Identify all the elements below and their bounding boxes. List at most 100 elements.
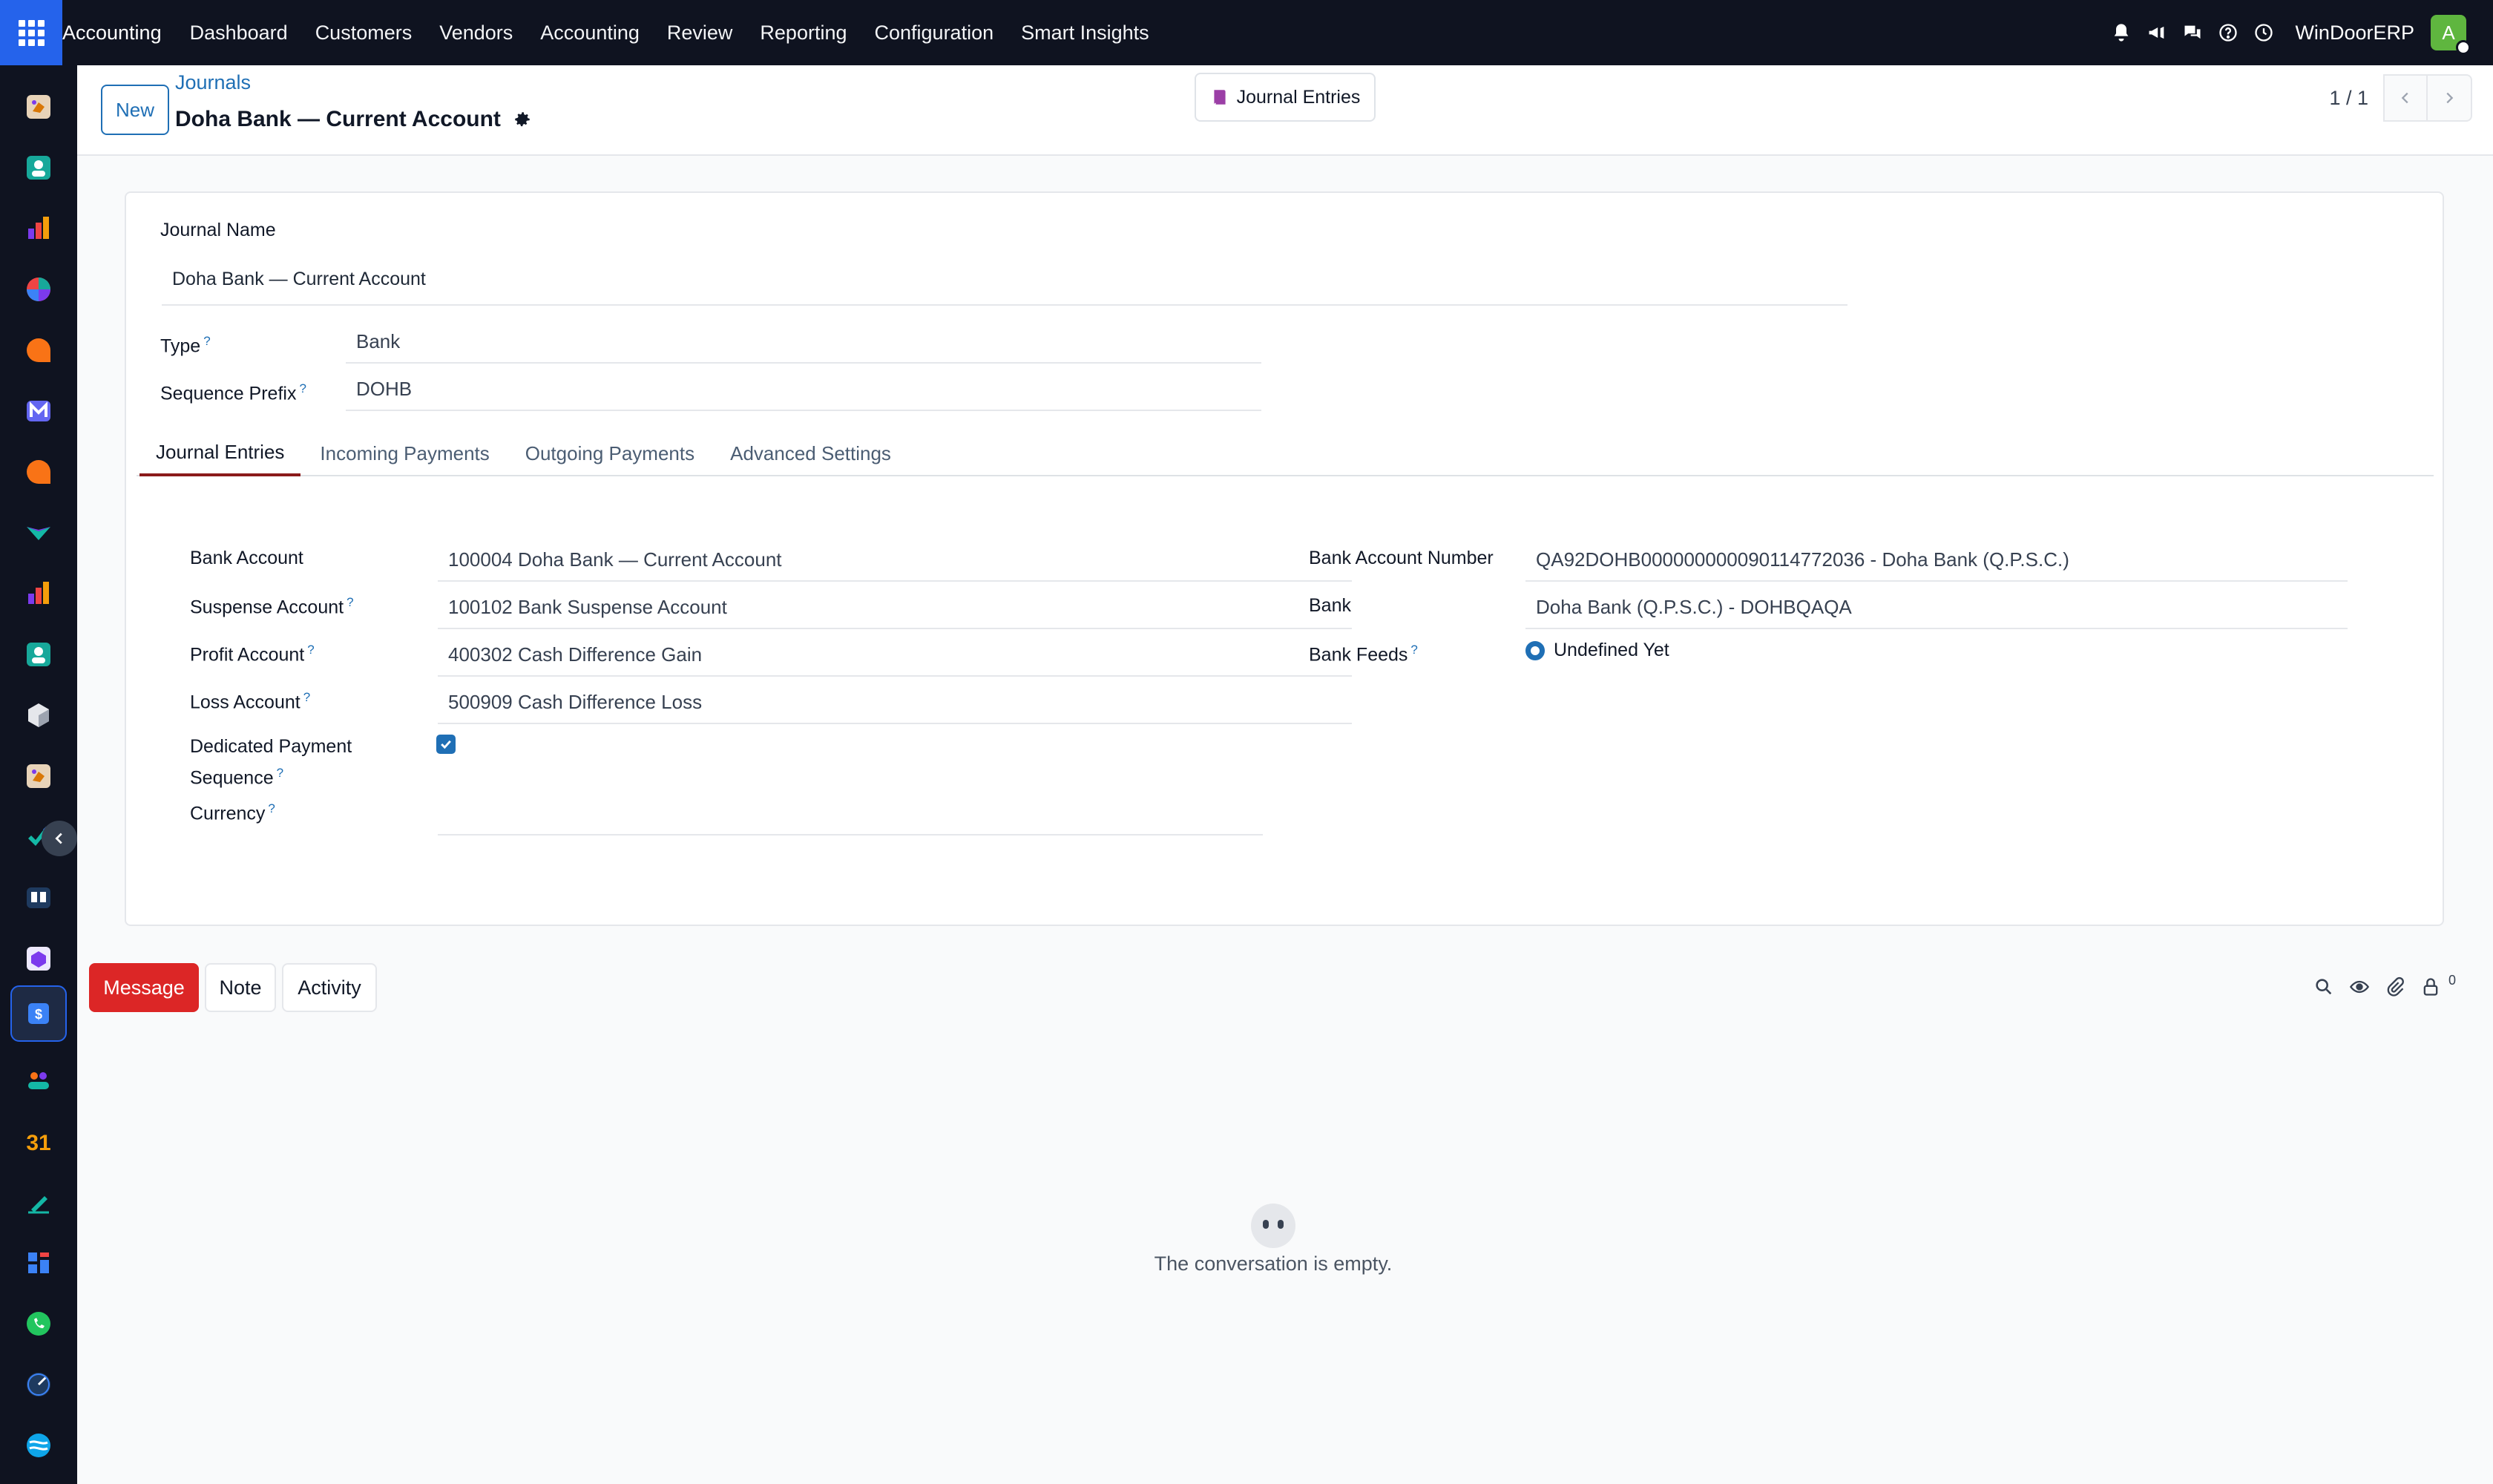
dedicated-payment-sequence-checkbox[interactable] [436,735,456,754]
apps-app-icon[interactable] [10,930,67,987]
form-sheet: Journal Name Doha Bank — Current Account… [125,191,2444,926]
eye-icon[interactable] [2342,972,2377,1002]
menu-vendors[interactable]: Vendors [439,22,513,45]
menu-reporting[interactable]: Reporting [760,22,847,45]
bank-label: Bank [1309,595,1351,616]
currency-field[interactable] [438,792,1263,835]
help-icon[interactable]: ? [277,766,283,780]
megaphone-icon[interactable] [2139,15,2175,50]
chat-icon[interactable] [2175,15,2210,50]
mail-app-icon[interactable] [10,383,67,439]
help-icon[interactable]: ? [1410,643,1417,657]
journal-entries-smart-button[interactable]: Journal Entries [1195,73,1376,122]
tab-outgoing-payments[interactable]: Outgoing Payments [509,430,711,476]
notebook-tabs: Journal Entries Incoming Payments Outgoi… [137,430,2434,476]
contacts-app-icon[interactable] [10,139,67,196]
knowledge-app-icon[interactable] [10,870,67,926]
pager-previous-button[interactable] [2383,74,2428,122]
accounting-app-icon[interactable]: $ [10,985,67,1042]
sidebar-collapse-button[interactable] [42,821,77,856]
user-avatar[interactable]: A [2431,15,2471,55]
tab-incoming-payments[interactable]: Incoming Payments [303,430,505,476]
website-app-icon[interactable] [10,1235,67,1291]
menu-configuration[interactable]: Configuration [875,22,994,45]
journal-name-label: Journal Name [160,220,276,240]
tab-advanced-settings[interactable]: Advanced Settings [714,430,907,476]
menu-dashboard[interactable]: Dashboard [190,22,288,45]
menu-review[interactable]: Review [667,22,733,45]
livechat-app-icon[interactable] [10,444,67,500]
menu-customers[interactable]: Customers [315,22,413,45]
breadcrumb-journals[interactable]: Journals [175,71,251,94]
bank-field[interactable]: Doha Bank (Q.P.S.C.) - DOHBQAQA [1525,586,2348,629]
app-switcher-button[interactable] [0,0,62,65]
pager-value[interactable]: 1 / 1 [2329,87,2368,110]
tab-journal-entries[interactable]: Journal Entries [139,430,301,476]
help-icon[interactable]: ? [303,690,310,704]
new-button[interactable]: New [101,85,169,135]
log-note-button[interactable]: Note [205,963,276,1012]
chevron-left-icon [55,833,62,844]
calendar-app-icon[interactable]: 31 [10,1113,67,1169]
draw-app-icon[interactable] [10,1174,67,1230]
bank-feeds-radio[interactable] [1525,641,1545,660]
bank-account-number-field[interactable]: QA92DOHB000000000090114772036 - Doha Ban… [1525,539,2348,582]
help-icon[interactable]: ? [346,595,353,609]
sequence-prefix-label: Sequence Prefix? [160,381,306,404]
paperclip-icon[interactable] [2377,972,2413,1002]
systray: WinDoorERP A [2103,0,2493,65]
search-icon[interactable] [2306,972,2342,1002]
bell-icon[interactable] [2103,15,2139,50]
journal-name-field[interactable]: Doha Bank — Current Account [162,254,1847,306]
sales-app-icon[interactable] [10,79,67,135]
employees-app-icon[interactable] [10,1052,67,1109]
whatsapp-app-icon[interactable] [10,1296,67,1352]
calendar-day: 31 [26,1131,50,1155]
help-icon[interactable]: ? [299,381,306,395]
suspense-account-field[interactable]: 100102 Bank Suspense Account [438,586,1352,629]
avatar-initial: A [2442,21,2455,44]
type-field[interactable]: Bank [346,321,1261,364]
dashboard-app-icon[interactable] [10,200,67,257]
documents-app-icon[interactable] [10,1417,67,1474]
clock-icon[interactable] [2246,15,2282,50]
profit-account-label: Profit Account? [190,643,315,666]
suspense-account-label: Suspense Account? [190,595,354,618]
inventory-app-icon[interactable] [10,687,67,743]
presence-dot [2456,40,2471,55]
activity-button[interactable]: Activity [282,963,377,1012]
chatter-tools: 0 [2306,972,2456,1002]
dedicated-payment-sequence-label: Dedicated Payment Sequence? [190,736,352,789]
help-icon[interactable] [2210,15,2246,50]
chevron-left-icon [2401,92,2408,104]
sequence-prefix-field[interactable]: DOHB [346,368,1261,411]
type-label: Type? [160,334,211,357]
currency-label: Currency? [190,801,275,824]
crm-app-icon[interactable] [10,748,67,804]
loss-account-field[interactable]: 500909 Cash Difference Loss [438,681,1352,724]
planning-app-icon[interactable] [10,1356,67,1413]
menu-smart-insights[interactable]: Smart Insights [1021,22,1149,45]
discuss-app-icon[interactable] [10,322,67,378]
help-icon[interactable]: ? [268,801,275,815]
profit-account-field[interactable]: 400302 Cash Difference Gain [438,634,1352,677]
reporting-app-icon[interactable] [10,565,67,622]
help-icon[interactable]: ? [307,643,314,657]
bank-account-field[interactable]: 100004 Doha Bank — Current Account [438,539,1352,582]
lock-icon[interactable] [2413,972,2448,1002]
help-icon[interactable]: ? [203,334,210,348]
sign-app-icon[interactable] [10,505,67,561]
empty-conversation-text: The conversation is empty. [1154,1252,1393,1275]
loss-account-label: Loss Account? [190,690,311,713]
pie-chart-app-icon[interactable] [10,261,67,318]
company-name[interactable]: WinDoorERP [2295,22,2414,45]
menu-accounting[interactable]: Accounting [540,22,640,45]
followers-count[interactable]: 0 [2448,973,2456,988]
app-name[interactable]: Accounting [62,22,162,45]
pager-next-button[interactable] [2428,74,2472,122]
bank-feeds-option-label[interactable]: Undefined Yet [1554,640,1669,661]
app-sidebar: $ 31 [0,65,77,1484]
contacts2-app-icon[interactable] [10,626,67,683]
send-message-button[interactable]: Message [89,963,199,1012]
gear-icon[interactable] [513,110,532,129]
